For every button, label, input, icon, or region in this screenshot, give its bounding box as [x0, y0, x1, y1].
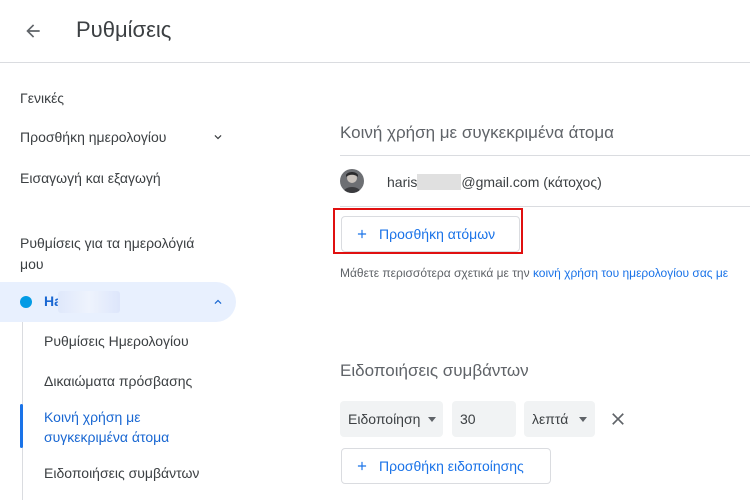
active-indicator: [20, 404, 23, 448]
chevron-down-icon[interactable]: [211, 130, 225, 144]
close-icon[interactable]: [608, 409, 628, 429]
plus-icon: [357, 461, 367, 471]
sidebar-subitem-calendar-settings[interactable]: Ρυθμίσεις Ημερολογίου: [44, 331, 189, 351]
settings-main: Κοινή χρήση με συγκεκριμένα άτομα haris @…: [333, 64, 750, 500]
help-text-prefix: Μάθετε περισσότερα σχετικά με την: [340, 266, 533, 280]
back-button[interactable]: [18, 16, 48, 46]
sidebar-heading-my-calendars: Ρυθμίσεις για τα ημερολόγιά μου: [20, 235, 195, 272]
divider: [340, 206, 750, 207]
chevron-up-icon[interactable]: [211, 295, 225, 309]
help-text: Μάθετε περισσότερα σχετικά με την κοινή …: [340, 266, 728, 280]
sidebar-subitem-share-with-people[interactable]: Κοινή χρήση με συγκεκριμένα άτομα: [44, 407, 204, 447]
sidebar-subitem-event-notifications[interactable]: Ειδοποιήσεις συμβάντων: [44, 463, 199, 483]
owner-email-suffix: @gmail.com (κάτοχος): [461, 174, 602, 190]
notification-unit-select[interactable]: λεπτά: [524, 401, 595, 437]
add-people-button[interactable]: Προσθήκη ατόμων: [341, 216, 520, 252]
add-notification-label: Προσθήκη ειδοποίησης: [379, 458, 524, 474]
notification-type-select[interactable]: Ειδοποίηση: [340, 401, 443, 437]
calendar-color-dot: [20, 296, 32, 308]
help-link[interactable]: κοινή χρήση του ημερολογίου σας με: [533, 266, 728, 280]
sidebar-item-add-calendar[interactable]: Προσθήκη ημερολογίου: [20, 129, 166, 145]
section-title-notifications: Ειδοποιήσεις συμβάντων: [340, 361, 529, 380]
redacted-calendar-name: [58, 291, 120, 313]
plus-icon: [357, 229, 367, 239]
dropdown-caret-icon: [428, 417, 436, 422]
top-bar: Ρυθμίσεις: [0, 0, 750, 63]
add-notification-button[interactable]: Προσθήκη ειδοποίησης: [341, 448, 551, 484]
page-title: Ρυθμίσεις: [76, 17, 172, 42]
sidebar-subitem-access-permissions[interactable]: Δικαιώματα πρόσβασης: [44, 371, 192, 391]
sidebar-item-calendar[interactable]: Ha: [0, 282, 236, 322]
redacted-email-part: [417, 174, 462, 190]
owner-row: haris @gmail.com (κάτοχος): [340, 167, 750, 203]
arrow-back-icon: [26, 24, 40, 38]
divider: [340, 155, 750, 156]
notification-type-value: Ειδοποίηση: [348, 411, 421, 427]
notification-unit-value: λεπτά: [532, 411, 569, 427]
notification-amount-input[interactable]: [452, 401, 516, 437]
owner-email: haris @gmail.com (κάτοχος): [387, 174, 602, 190]
sidebar-item-general[interactable]: Γενικές: [20, 90, 64, 106]
sidebar-item-import-export[interactable]: Εισαγωγή και εξαγωγή: [20, 170, 161, 186]
owner-email-prefix: haris: [387, 174, 418, 190]
avatar: [340, 169, 364, 193]
dropdown-caret-icon: [579, 417, 587, 422]
section-title-sharing: Κοινή χρήση με συγκεκριμένα άτομα: [340, 123, 614, 142]
add-people-label: Προσθήκη ατόμων: [379, 226, 496, 242]
